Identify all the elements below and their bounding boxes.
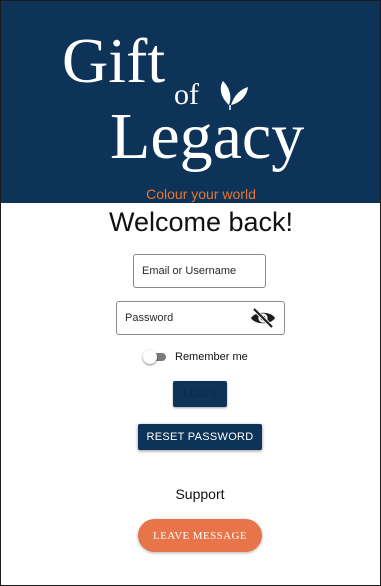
gift-of-legacy-logo: Gift of Legacy: [62, 25, 304, 173]
welcome-title: Welcome back!: [108, 207, 294, 237]
remember-me-row: Remember me: [143, 349, 248, 365]
tagline: Colour your world: [146, 186, 256, 202]
eye-off-icon[interactable]: [249, 307, 277, 329]
header-banner: Gift of Legacy Colour your world: [1, 1, 380, 203]
logo-gift-text: Gift: [62, 25, 165, 96]
toggle-knob: [143, 350, 157, 364]
logo-legacy-text: Legacy: [110, 100, 304, 173]
remember-me-label: Remember me: [175, 351, 248, 363]
support-heading: Support: [175, 486, 225, 502]
reset-password-button[interactable]: RESET PASSWORD: [138, 424, 262, 450]
remember-me-toggle[interactable]: [143, 350, 167, 364]
email-username-input[interactable]: [133, 254, 266, 288]
leave-message-button[interactable]: LEAVE MESSAGE: [138, 519, 262, 552]
login-button[interactable]: LOGIN: [173, 381, 227, 407]
